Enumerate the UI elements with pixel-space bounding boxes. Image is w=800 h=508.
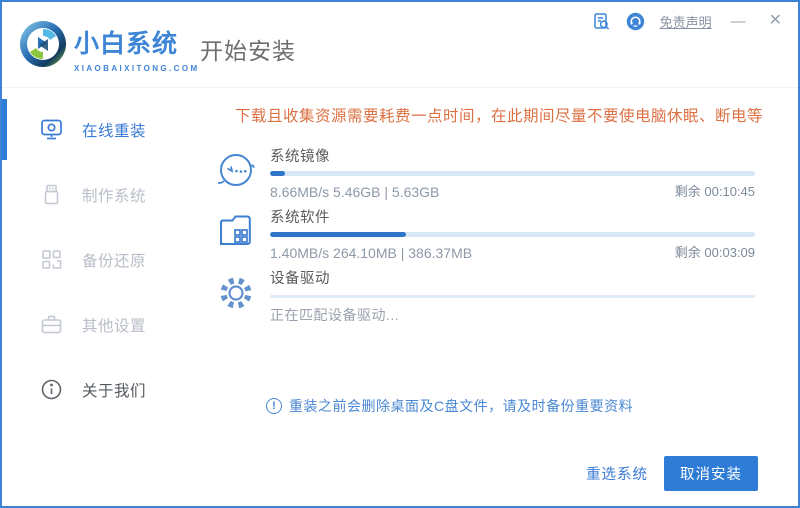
disclaimer-link[interactable]: 免责声明 (660, 12, 712, 31)
header-controls: 免责声明 — ✕ (592, 11, 786, 31)
download-stats: 8.66MB/s 5.46GB | 5.63GB (270, 184, 440, 200)
sidebar-item-other-settings[interactable]: 其他设置 (4, 292, 202, 357)
time-remaining: 剩余 00:03:09 (674, 245, 755, 260)
sidebar-item-label: 关于我们 (82, 382, 147, 400)
cancel-install-button[interactable]: 取消安装 (664, 456, 758, 491)
exclamation-circle-icon: ! (266, 398, 282, 414)
download-stats: 1.40MB/s 264.10MB | 386.37MB (270, 245, 473, 261)
task-system-software: 系统软件 1.40MB/s 264.10MB | 386.37MB 剩余 00:… (214, 208, 755, 263)
download-warning-text: 下载且收集资源需要耗费一点时间，在此期间尽量不要使电脑休眠、断电等 (234, 108, 763, 125)
sidebar-item-make-system[interactable]: 制作系统 (4, 162, 202, 227)
task-title: 设备驱动 (270, 271, 330, 287)
sidebar-item-label: 制作系统 (82, 187, 147, 205)
customer-service-icon[interactable] (626, 12, 645, 31)
info-icon (41, 379, 62, 400)
folder-icon (220, 215, 251, 245)
task-status-text: 正在匹配设备驱动... (270, 307, 400, 323)
sidebar-item-about-us[interactable]: 关于我们 (4, 357, 202, 422)
time-remaining: 剩余 00:10:45 (674, 184, 755, 199)
brand-domain: XIAOBAIXITONG.COM (74, 64, 200, 73)
brand: 小白系统 XIAOBAIXITONG.COM (74, 24, 200, 73)
close-button[interactable]: ✕ (765, 11, 786, 31)
gear-icon (220, 277, 252, 309)
usb-icon (44, 184, 59, 205)
sidebar-item-backup-restore[interactable]: 备份还原 (4, 227, 202, 292)
progress-bar-device-driver (270, 295, 755, 298)
xiaobai-logo-icon (20, 21, 66, 67)
progress-bar-system-image (270, 171, 755, 176)
monitor-icon (41, 119, 62, 140)
task-list: 系统镜像 8.66MB/s 5.46GB | 5.63GB 剩余 00:10:4… (214, 147, 755, 331)
backup-notice: ! 重装之前会删除桌面及C盘文件，请及时备份重要资料 (266, 396, 633, 416)
reselect-system-button[interactable]: 重选系统 (586, 463, 648, 484)
sidebar-item-label: 在线重装 (82, 122, 147, 140)
brand-name: 小白系统 (74, 30, 179, 58)
app-window: 小白系统 XIAOBAIXITONG.COM 开始安装 免责声明 — ✕ 在线重… (0, 0, 800, 508)
mascot-face-icon (217, 154, 255, 186)
sidebar-item-online-reinstall[interactable]: 在线重装 (2, 97, 202, 162)
progress-bar-system-software (270, 232, 755, 237)
header: 小白系统 XIAOBAIXITONG.COM 开始安装 免责声明 — ✕ (2, 2, 798, 88)
minimize-button[interactable]: — (727, 12, 750, 31)
task-device-driver: 设备驱动 正在匹配设备驱动... (214, 269, 755, 325)
backup-notice-text: 重装之前会删除桌面及C盘文件，请及时备份重要资料 (289, 398, 634, 414)
file-search-icon[interactable] (592, 12, 611, 31)
sidebar: 在线重装 制作系统 备份还原 其他设置 关于我们 (2, 90, 202, 504)
sidebar-item-label: 其他设置 (82, 317, 147, 335)
task-system-image: 系统镜像 8.66MB/s 5.46GB | 5.63GB 剩余 00:10:4… (214, 147, 755, 202)
task-title: 系统镜像 (270, 149, 330, 165)
task-title: 系统软件 (270, 210, 330, 226)
sidebar-item-label: 备份还原 (82, 252, 147, 270)
blocks-icon (42, 250, 62, 269)
page-title: 开始安装 (200, 38, 296, 64)
footer-actions: 重选系统 取消安装 (586, 456, 758, 491)
briefcase-icon (41, 315, 62, 334)
main-content: 下载且收集资源需要耗费一点时间，在此期间尽量不要使电脑休眠、断电等 系统镜像 8… (202, 90, 796, 504)
